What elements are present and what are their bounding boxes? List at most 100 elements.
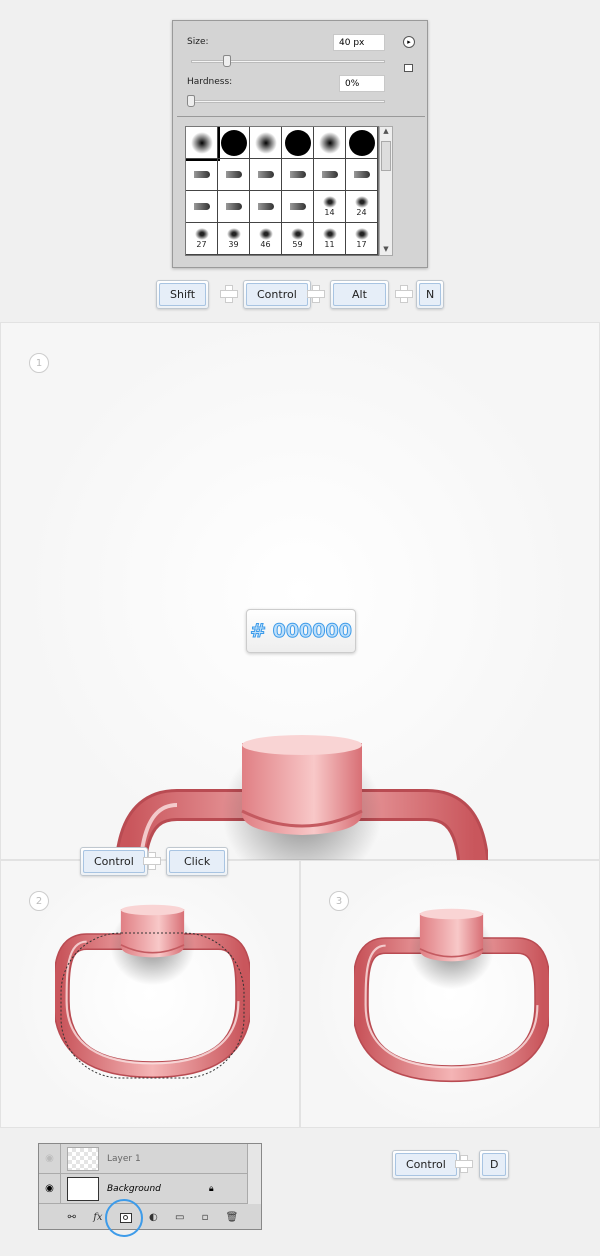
- brush-tip-icon: [354, 228, 369, 240]
- key-control: Control: [392, 1150, 460, 1179]
- brush-tip-icon: [225, 171, 242, 178]
- brush-size-label: 46: [260, 240, 271, 249]
- folder-icon[interactable]: ▭: [175, 1212, 184, 1223]
- panel-menu-icon[interactable]: ▸: [403, 36, 415, 48]
- brush-preset[interactable]: [282, 159, 314, 191]
- new-layer-icon[interactable]: ▫: [202, 1212, 209, 1223]
- color-hex-value: # 000000: [250, 620, 353, 643]
- step-1-canvas: 1 # 000000: [0, 322, 600, 860]
- brush-preset[interactable]: [282, 127, 314, 159]
- brush-preset[interactable]: [218, 127, 250, 159]
- divider: [177, 116, 425, 117]
- key-label: Control: [83, 850, 145, 873]
- step-3-canvas: 3: [300, 860, 600, 1128]
- brush-tip-icon: [193, 203, 210, 210]
- key-shift: Shift: [156, 280, 210, 309]
- preset-scrollbar[interactable]: ▲ ▼: [379, 126, 393, 256]
- brush-preset[interactable]: [218, 159, 250, 191]
- layer-name: Background: [107, 1183, 161, 1194]
- brush-preset[interactable]: [250, 127, 282, 159]
- step-2-canvas: 2: [0, 860, 300, 1128]
- brush-size-label: 11: [324, 240, 335, 249]
- size-slider[interactable]: [191, 60, 385, 63]
- brush-preset[interactable]: 11: [314, 223, 346, 255]
- layer-row-layer-1[interactable]: ◉ Layer 1: [39, 1144, 261, 1174]
- color-tag: # 000000: [246, 609, 356, 653]
- size-slider-thumb[interactable]: [223, 55, 231, 67]
- brush-tip-icon: [321, 171, 338, 178]
- brush-preset[interactable]: [346, 159, 378, 191]
- highlight-circle: [105, 1199, 143, 1237]
- brush-tip-icon: [289, 171, 306, 178]
- key-n: N: [416, 280, 445, 309]
- key-label: N: [419, 283, 442, 306]
- brush-preset[interactable]: [314, 127, 346, 159]
- brush-tip-icon: [193, 171, 210, 178]
- brush-tip-icon: [220, 129, 247, 156]
- brush-tip-icon: [190, 131, 213, 154]
- pacifier-illustration: [354, 897, 549, 1087]
- brush-preset[interactable]: 14: [314, 191, 346, 223]
- brush-size-label: 14: [324, 208, 335, 217]
- brush-preset[interactable]: [250, 191, 282, 223]
- new-preset-icon[interactable]: [404, 64, 413, 72]
- brush-tip-icon: [290, 228, 305, 240]
- brush-preset[interactable]: 39: [218, 223, 250, 255]
- brush-tip-icon: [348, 129, 375, 156]
- brush-preset[interactable]: 59: [282, 223, 314, 255]
- brush-preset[interactable]: [186, 159, 218, 191]
- brush-tip-icon: [289, 203, 306, 210]
- adjustment-icon[interactable]: ◐: [149, 1212, 158, 1223]
- pacifier-selection-illustration: [55, 893, 250, 1083]
- step-number: 2: [29, 891, 49, 911]
- layer-row-background[interactable]: ◉ Background 🔒︎: [39, 1174, 261, 1204]
- brush-tip-icon: [257, 203, 274, 210]
- trash-icon[interactable]: 🗑︎: [226, 1212, 239, 1223]
- hardness-label: Hardness:: [187, 77, 233, 87]
- layer-thumbnail: [67, 1146, 99, 1171]
- link-icon[interactable]: ⚯: [68, 1212, 76, 1223]
- layers-panel: ◉ Layer 1 ◉ Background 🔒︎ ⚯ fx ◐ ▭ ▫ 🗑︎: [38, 1143, 262, 1230]
- visibility-toggle-icon[interactable]: ◉: [39, 1144, 61, 1173]
- key-label: Control: [395, 1153, 457, 1176]
- brush-tip-icon: [322, 196, 337, 208]
- brush-size-label: 39: [228, 240, 239, 249]
- layers-footer: ⚯ fx ◐ ▭ ▫ 🗑︎: [39, 1206, 261, 1229]
- key-d: D: [479, 1150, 510, 1179]
- key-control: Control: [80, 847, 148, 876]
- brush-preset[interactable]: [346, 127, 378, 159]
- key-control: Control: [243, 280, 311, 309]
- key-label: Click: [169, 850, 226, 873]
- brush-preset[interactable]: 27: [186, 223, 218, 255]
- brush-preset[interactable]: [282, 191, 314, 223]
- plus-icon: [220, 285, 238, 303]
- plus-icon: [307, 285, 325, 303]
- size-label: Size:: [187, 37, 209, 47]
- step-number: 1: [29, 353, 49, 373]
- size-input[interactable]: 40 px: [333, 34, 385, 51]
- key-label: Shift: [159, 283, 207, 306]
- brush-preset[interactable]: 46: [250, 223, 282, 255]
- brush-preset[interactable]: [314, 159, 346, 191]
- visibility-toggle-icon[interactable]: ◉: [39, 1174, 61, 1203]
- brush-tip-icon: [258, 228, 273, 240]
- brush-preset[interactable]: [250, 159, 282, 191]
- hardness-slider-thumb[interactable]: [187, 95, 195, 107]
- hardness-slider[interactable]: [191, 100, 385, 103]
- brush-preset[interactable]: 24: [346, 191, 378, 223]
- brush-tip-icon: [194, 228, 209, 240]
- layers-scrollbar[interactable]: [247, 1144, 261, 1204]
- plus-icon: [455, 1155, 473, 1173]
- plus-icon: [143, 852, 161, 870]
- key-click: Click: [166, 847, 229, 876]
- hardness-input[interactable]: 0%: [339, 75, 385, 92]
- key-label: D: [482, 1153, 507, 1176]
- brush-tip-icon: [353, 171, 370, 178]
- brush-preset[interactable]: [186, 191, 218, 223]
- fx-icon[interactable]: fx: [93, 1212, 102, 1223]
- brush-size-label: 27: [196, 240, 207, 249]
- brush-preset[interactable]: [186, 127, 220, 161]
- brush-preset[interactable]: 17: [346, 223, 378, 255]
- brush-tip-icon: [225, 203, 242, 210]
- brush-preset[interactable]: [218, 191, 250, 223]
